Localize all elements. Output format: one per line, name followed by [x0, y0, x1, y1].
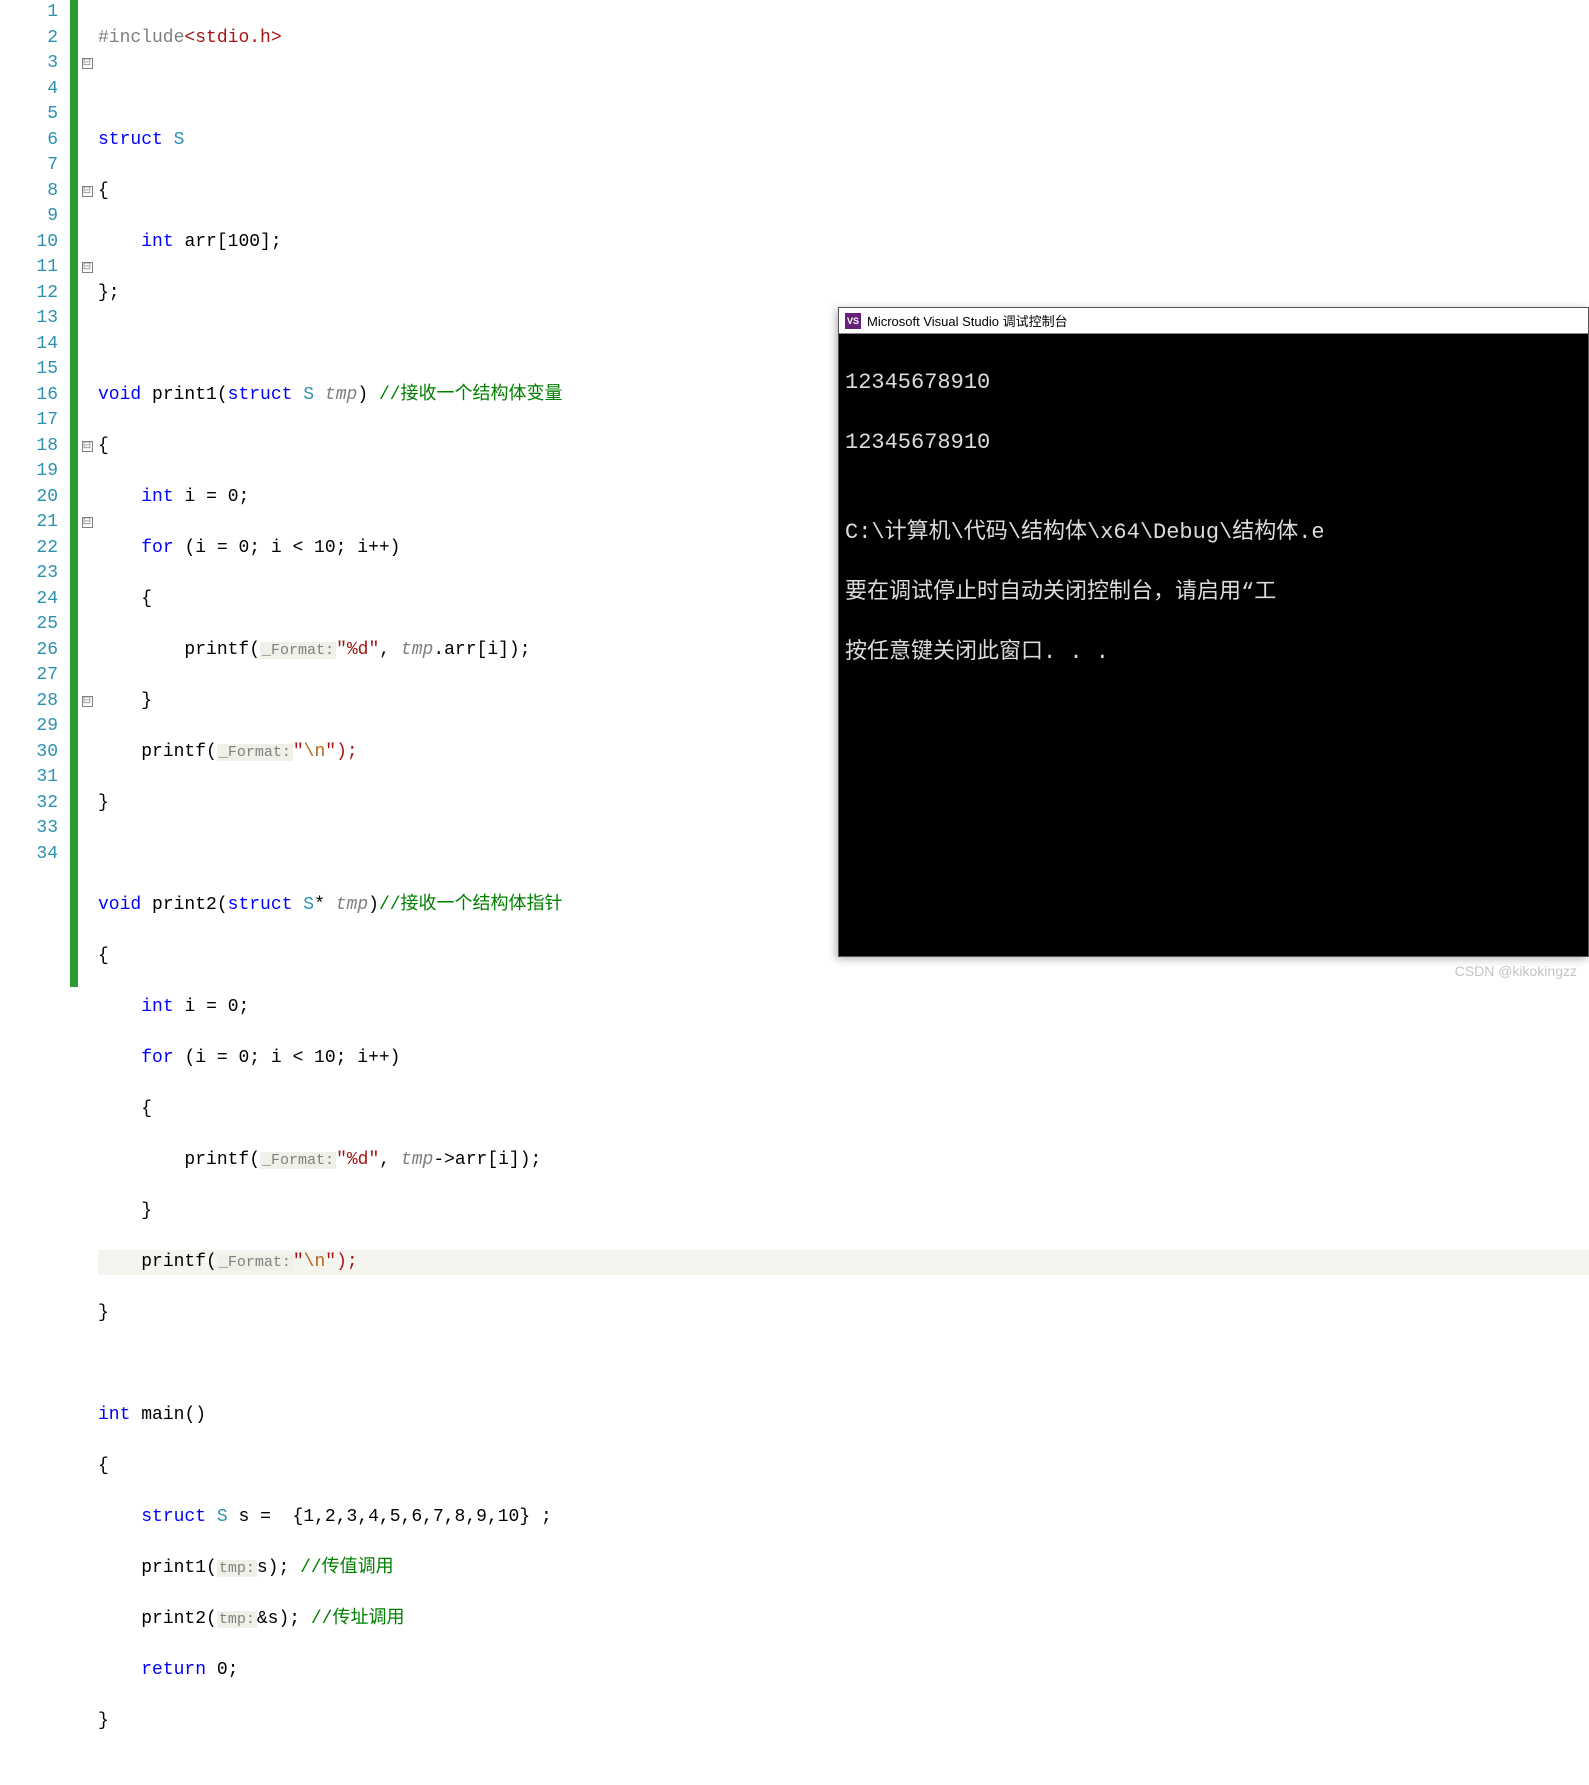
- code-line: {: [98, 1454, 1589, 1480]
- line-number: 7: [0, 153, 58, 179]
- line-number: 2: [0, 26, 58, 52]
- line-number: 8: [0, 179, 58, 205]
- line-number: 24: [0, 587, 58, 613]
- line-number: 32: [0, 791, 58, 817]
- console-line: 12345678910: [845, 368, 1582, 398]
- console-line: 12345678910: [845, 428, 1582, 458]
- code-line: int i = 0;: [98, 995, 1589, 1021]
- code-line: print2(tmp:&s); //传址调用: [98, 1607, 1589, 1633]
- code-line: [98, 77, 1589, 103]
- console-titlebar[interactable]: VS Microsoft Visual Studio 调试控制台: [839, 308, 1588, 334]
- line-number: 30: [0, 740, 58, 766]
- code-line: int main(): [98, 1403, 1589, 1429]
- fold-column: ⊟ ⊟ ⊟ ⊟ ⊟ ⊟: [78, 0, 96, 987]
- line-number: 5: [0, 102, 58, 128]
- line-number: 33: [0, 816, 58, 842]
- code-line: #include<stdio.h>: [98, 26, 1589, 52]
- code-line: for (i = 0; i < 10; i++): [98, 1046, 1589, 1072]
- code-line: }: [98, 1301, 1589, 1327]
- line-number: 28: [0, 689, 58, 715]
- code-line: struct S: [98, 128, 1589, 154]
- line-number: 25: [0, 612, 58, 638]
- line-number: 11: [0, 255, 58, 281]
- debug-console-window[interactable]: VS Microsoft Visual Studio 调试控制台 1234567…: [838, 307, 1589, 957]
- line-number: 34: [0, 842, 58, 868]
- code-line: {: [98, 179, 1589, 205]
- line-number: 31: [0, 765, 58, 791]
- line-number: 20: [0, 485, 58, 511]
- console-title: Microsoft Visual Studio 调试控制台: [867, 311, 1068, 330]
- line-number-gutter: 1 2 3 4 5 6 7 8 9 10 11 12 13 14 15 16 1…: [0, 0, 70, 987]
- code-line: }: [98, 1199, 1589, 1225]
- line-number: 9: [0, 204, 58, 230]
- line-number: 4: [0, 77, 58, 103]
- code-line: };: [98, 281, 1589, 307]
- fold-toggle[interactable]: ⊟: [82, 517, 93, 528]
- line-number: 21: [0, 510, 58, 536]
- fold-toggle[interactable]: ⊟: [82, 696, 93, 707]
- fold-toggle[interactable]: ⊟: [82, 262, 93, 273]
- console-output[interactable]: 12345678910 12345678910 C:\计算机\代码\结构体\x6…: [839, 334, 1588, 732]
- line-number: 22: [0, 536, 58, 562]
- line-number: 14: [0, 332, 58, 358]
- code-line: struct S s = {1,2,3,4,5,6,7,8,9,10} ;: [98, 1505, 1589, 1531]
- line-number: 6: [0, 128, 58, 154]
- line-number: 3: [0, 51, 58, 77]
- code-line: return 0;: [98, 1658, 1589, 1684]
- line-number: 29: [0, 714, 58, 740]
- line-number: 1: [0, 0, 58, 26]
- line-number: 12: [0, 281, 58, 307]
- watermark-text: CSDN @kikokingzz: [1455, 963, 1577, 979]
- line-number: 10: [0, 230, 58, 256]
- code-line: printf(_Format:"%d", tmp->arr[i]);: [98, 1148, 1589, 1174]
- line-number: 18: [0, 434, 58, 460]
- visual-studio-icon: VS: [845, 313, 861, 329]
- line-number: 13: [0, 306, 58, 332]
- code-line: }: [98, 1709, 1589, 1735]
- line-number: 17: [0, 408, 58, 434]
- fold-toggle[interactable]: ⊟: [82, 58, 93, 69]
- line-number: 19: [0, 459, 58, 485]
- code-line: print1(tmp:s); //传值调用: [98, 1556, 1589, 1582]
- console-line: 要在调试停止时自动关闭控制台，请启用“工: [845, 578, 1582, 608]
- change-indicator-bar: [70, 0, 78, 987]
- fold-toggle[interactable]: ⊟: [82, 186, 93, 197]
- code-line: {: [98, 1097, 1589, 1123]
- console-line: C:\计算机\代码\结构体\x64\Debug\结构体.e: [845, 518, 1582, 548]
- line-number: 27: [0, 663, 58, 689]
- fold-toggle[interactable]: ⊟: [82, 441, 93, 452]
- line-number: 26: [0, 638, 58, 664]
- code-line: int arr[100];: [98, 230, 1589, 256]
- line-number: 15: [0, 357, 58, 383]
- code-line: [98, 1352, 1589, 1378]
- code-line-highlighted: printf(_Format:"\n");: [98, 1250, 1589, 1276]
- line-number: 16: [0, 383, 58, 409]
- console-line: 按任意键关闭此窗口. . .: [845, 638, 1582, 668]
- line-number: 23: [0, 561, 58, 587]
